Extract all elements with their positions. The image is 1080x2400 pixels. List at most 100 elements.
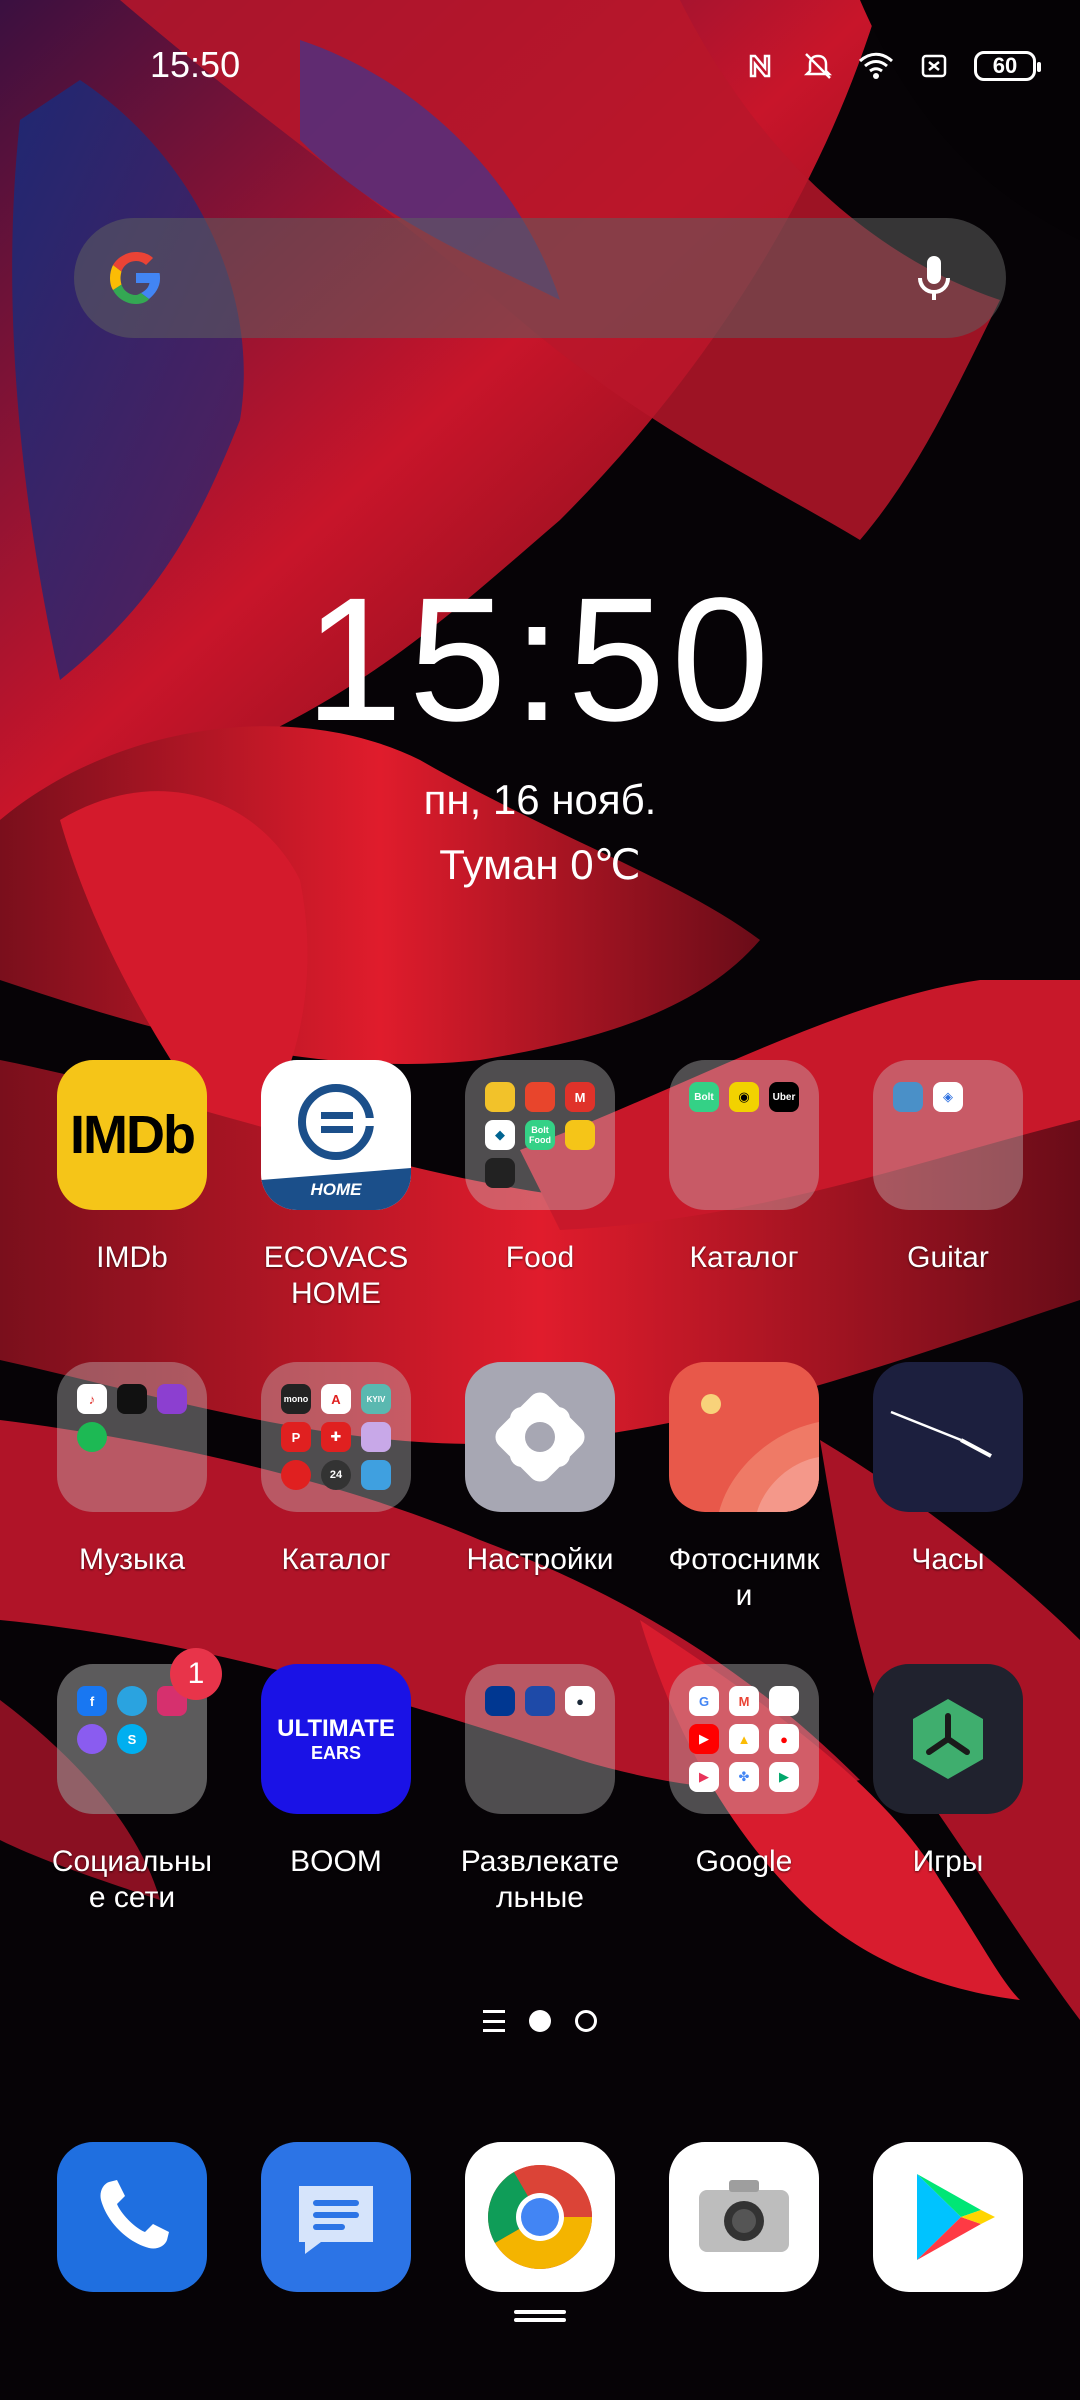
google-icon[interactable] bbox=[104, 246, 168, 310]
folder-icon: G M ▶ ▲ ● ▶ ✤ ▶ bbox=[669, 1664, 819, 1814]
battery-icon: 60 bbox=[974, 51, 1041, 81]
ecovacs-icon: HOME bbox=[261, 1060, 411, 1210]
folder-icon: mono А KYIV P ✚ 24 bbox=[261, 1362, 411, 1512]
phone-icon[interactable] bbox=[57, 2142, 207, 2292]
steam-mini-icon: ● bbox=[565, 1686, 595, 1716]
bolt-mini-icon: Bolt bbox=[689, 1082, 719, 1112]
app-label: Развлекате льные bbox=[460, 1845, 620, 1914]
folder-catalog-2[interactable]: mono А KYIV P ✚ 24 Каталог bbox=[236, 1362, 436, 1578]
folder-music[interactable]: ♪ Музыка bbox=[32, 1362, 232, 1578]
folder-icon: Bolt ◉ Uber bbox=[669, 1060, 819, 1210]
app-label: Часы bbox=[911, 1543, 985, 1576]
nfc-icon bbox=[742, 48, 778, 84]
mute-icon bbox=[800, 48, 836, 84]
app-imdb[interactable]: IMDb IMDb bbox=[32, 1060, 232, 1276]
clock-widget-time[interactable]: 15:50 bbox=[0, 572, 1080, 748]
home-gesture-bar[interactable] bbox=[514, 2310, 566, 2314]
home-gesture-bar-2[interactable] bbox=[514, 2318, 566, 2322]
24-mini-icon: 24 bbox=[321, 1460, 351, 1490]
app-label: Food bbox=[505, 1241, 575, 1274]
facebook-mini-icon: f bbox=[77, 1686, 107, 1716]
podcast-mini-icon bbox=[157, 1384, 187, 1414]
google-mini-icon: G bbox=[689, 1686, 719, 1716]
camera-icon[interactable] bbox=[669, 2142, 819, 2292]
flower-mini-icon bbox=[361, 1422, 391, 1452]
mic-icon[interactable] bbox=[902, 246, 966, 310]
drive-mini-icon: ▲ bbox=[729, 1724, 759, 1754]
app-photos[interactable]: Фотоснимк и bbox=[644, 1362, 844, 1614]
kyiv-mini-icon: KYIV bbox=[361, 1384, 391, 1414]
app-label: IMDb bbox=[96, 1241, 168, 1274]
sim-icon bbox=[916, 48, 952, 84]
bolt-food-mini-icon: Bolt Food bbox=[525, 1120, 555, 1150]
gamepad-mini-icon bbox=[525, 1686, 555, 1716]
weather-widget[interactable]: Туман 0℃ bbox=[0, 840, 1080, 889]
play-movies-mini-icon: ▶ bbox=[689, 1762, 719, 1792]
uber-mini-icon: Uber bbox=[769, 1082, 799, 1112]
folder-food[interactable]: M ◆ Bolt Food Food bbox=[440, 1060, 640, 1276]
folder-entertainment[interactable]: ● Развлекате льные bbox=[440, 1664, 640, 1916]
app-settings[interactable]: Настройки bbox=[440, 1362, 640, 1578]
page-dot[interactable] bbox=[575, 2010, 597, 2032]
page-indicator[interactable] bbox=[0, 2010, 1080, 2032]
apple-music-mini-icon: ♪ bbox=[77, 1384, 107, 1414]
app-label: Настройки bbox=[466, 1543, 614, 1576]
spotify-mini-icon bbox=[77, 1422, 107, 1452]
folder-guitar[interactable]: ◈ Guitar bbox=[848, 1060, 1048, 1276]
app-label: Каталог bbox=[689, 1241, 799, 1274]
app-label: ECOVACS HOME bbox=[263, 1241, 409, 1310]
gmail-mini-icon: M bbox=[729, 1686, 759, 1716]
drawer-indicator-icon[interactable] bbox=[483, 2010, 505, 2032]
app-label: Музыка bbox=[78, 1543, 186, 1576]
app-boom[interactable]: ULTIMATE EARS BOOM bbox=[236, 1664, 436, 1880]
messages-icon[interactable] bbox=[261, 2142, 411, 2292]
shield-mini-icon: ◈ bbox=[933, 1082, 963, 1112]
clock-icon bbox=[873, 1362, 1023, 1512]
app-label: Каталог bbox=[281, 1543, 391, 1576]
app-label: Google bbox=[695, 1845, 793, 1878]
wifi-icon bbox=[858, 48, 894, 84]
folder-icon: ◈ bbox=[873, 1060, 1023, 1210]
folder-google[interactable]: G M ▶ ▲ ● ▶ ✤ ▶ Google bbox=[644, 1664, 844, 1880]
p-mini-icon: P bbox=[281, 1422, 311, 1452]
photos-mini-icon: ✤ bbox=[729, 1762, 759, 1792]
app-ecovacs-home[interactable]: HOME ECOVACS HOME bbox=[236, 1060, 436, 1312]
dominos-mini-icon: ◆ bbox=[485, 1120, 515, 1150]
maps-mini-icon bbox=[769, 1686, 799, 1716]
play-store-icon[interactable] bbox=[873, 2142, 1023, 2292]
boom-icon: ULTIMATE EARS bbox=[261, 1664, 411, 1814]
google-search-bar[interactable] bbox=[74, 218, 1006, 338]
alfa-mini-icon: А bbox=[321, 1384, 351, 1414]
photos-icon bbox=[669, 1362, 819, 1512]
app-clock[interactable]: Часы bbox=[848, 1362, 1048, 1578]
telegram-mini-icon bbox=[117, 1686, 147, 1716]
clock-widget-date[interactable]: пн, 16 нояб. bbox=[0, 776, 1080, 824]
youtube-music-mini-icon: ● bbox=[769, 1724, 799, 1754]
folder-icon: M ◆ Bolt Food bbox=[465, 1060, 615, 1210]
chrome-icon[interactable] bbox=[465, 2142, 615, 2292]
playstation-mini-icon bbox=[485, 1686, 515, 1716]
app-label: Фотоснимк и bbox=[668, 1543, 820, 1612]
imdb-icon: IMDb bbox=[57, 1060, 207, 1210]
maps-mini-icon bbox=[485, 1082, 515, 1112]
rocket-mini-icon bbox=[525, 1082, 555, 1112]
folder-catalog-1[interactable]: Bolt ◉ Uber Каталог bbox=[644, 1060, 844, 1276]
status-icons: 60 bbox=[742, 48, 1041, 84]
mcdonalds-mini-icon: M bbox=[565, 1082, 595, 1112]
app-games[interactable]: Игры bbox=[848, 1664, 1048, 1880]
vodafone-mini-icon bbox=[281, 1460, 311, 1490]
app-label: Социальны е сети bbox=[51, 1845, 213, 1914]
settings-icon bbox=[465, 1362, 615, 1512]
folder-social[interactable]: f S 1 Социальны е сети bbox=[32, 1648, 232, 1916]
deezer-mini-icon bbox=[117, 1384, 147, 1414]
messenger-mini-icon bbox=[77, 1724, 107, 1754]
games-icon bbox=[873, 1664, 1023, 1814]
status-time: 15:50 bbox=[150, 44, 241, 85]
skype-mini-icon: S bbox=[117, 1724, 147, 1754]
store-mini-icon bbox=[485, 1158, 515, 1188]
play-mini-icon: ▶ bbox=[769, 1762, 799, 1792]
folder-icon: ♪ bbox=[57, 1362, 207, 1512]
glovo-mini-icon: ◉ bbox=[729, 1082, 759, 1112]
app-label: BOOM bbox=[290, 1845, 382, 1878]
page-dot-active[interactable] bbox=[529, 2010, 551, 2032]
